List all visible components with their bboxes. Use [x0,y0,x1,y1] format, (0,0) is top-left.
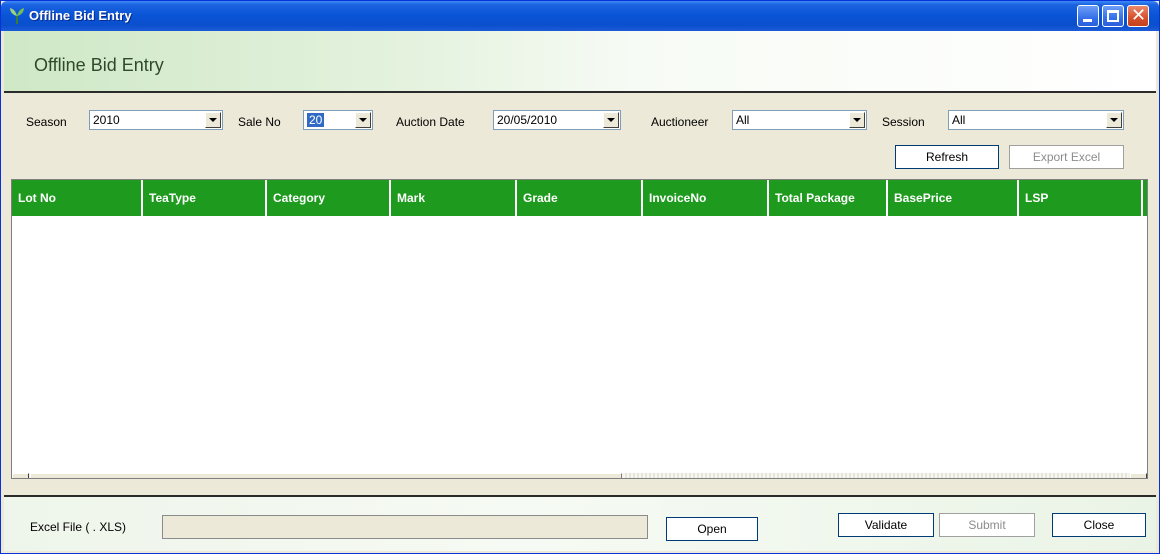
column-header[interactable]: Mark [391,180,517,216]
column-header[interactable]: InvoiceNo [643,180,769,216]
close-window-button[interactable]: ✕ [1127,5,1149,27]
season-label: Season [26,115,67,129]
window-title: Offline Bid Entry [29,8,132,23]
refresh-button[interactable]: Refresh [895,145,999,169]
column-header[interactable]: Total Package [769,180,888,216]
auction-date-value: 20/05/2010 [497,113,558,127]
auction-date-label: Auction Date [396,115,465,129]
session-select[interactable]: All [948,110,1124,130]
maximize-icon [1107,10,1119,22]
page-title: Offline Bid Entry [34,55,164,75]
tea-leaf-logo-icon [10,8,24,24]
session-label: Session [882,115,925,129]
bottom-panel: Excel File ( . XLS) Open Validate Submit… [4,495,1156,551]
column-header[interactable]: TeaType [143,180,267,216]
export-excel-button[interactable]: Export Excel [1009,145,1124,169]
season-value: 2010 [93,113,120,127]
bid-grid[interactable]: Lot No TeaType Category Mark Grade Invoi… [11,179,1148,479]
session-value: All [952,113,966,127]
minimize-icon [1083,19,1092,22]
sale-no-label: Sale No [238,115,281,129]
open-button[interactable]: Open [666,517,758,541]
excel-file-label: Excel File ( . XLS) [30,520,127,534]
header-banner: Offline Bid Entry [4,31,1156,93]
close-x-icon: ✕ [1131,5,1147,26]
scroll-left-icon[interactable] [12,473,29,478]
column-header[interactable]: Grade [517,180,643,216]
title-bar[interactable]: Offline Bid Entry ✕ [1,1,1159,31]
chevron-down-icon[interactable] [205,112,221,128]
chevron-down-icon[interactable] [1106,112,1122,128]
minimize-button[interactable] [1077,5,1099,27]
season-select[interactable]: 2010 [89,110,223,130]
column-header[interactable]: LSP [1019,180,1143,216]
excel-file-path-input[interactable] [162,515,648,539]
close-button[interactable]: Close [1052,513,1146,537]
auctioneer-label: Auctioneer [651,115,709,129]
submit-button[interactable]: Submit [939,513,1035,537]
auction-date-picker[interactable]: 20/05/2010 [493,110,621,130]
column-header[interactable]: Category [267,180,391,216]
auctioneer-value: All [736,113,750,127]
grid-header-row: Lot No TeaType Category Mark Grade Invoi… [12,180,1147,216]
chevron-down-icon[interactable] [355,112,371,128]
offline-bid-entry-window: Offline Bid Entry ✕ Offline Bid Entry Se… [0,0,1160,554]
column-header[interactable]: Lot No [12,180,143,216]
filter-panel: Season 2010 Sale No 20 Auction Date 20/0… [4,95,1156,177]
horizontal-scrollbar[interactable] [12,473,1147,478]
validate-button[interactable]: Validate [838,513,934,537]
chevron-down-icon[interactable] [603,112,619,128]
scrollbar-thumb[interactable] [30,473,622,478]
column-header[interactable]: BasePrice [888,180,1019,216]
auctioneer-select[interactable]: All [732,110,867,130]
scrollbar-track[interactable] [623,473,1128,478]
maximize-button[interactable] [1102,5,1124,27]
chevron-down-icon[interactable] [849,112,865,128]
sale-no-value: 20 [307,113,325,127]
scroll-right-icon[interactable] [1130,473,1147,478]
sale-no-select[interactable]: 20 [303,110,373,130]
